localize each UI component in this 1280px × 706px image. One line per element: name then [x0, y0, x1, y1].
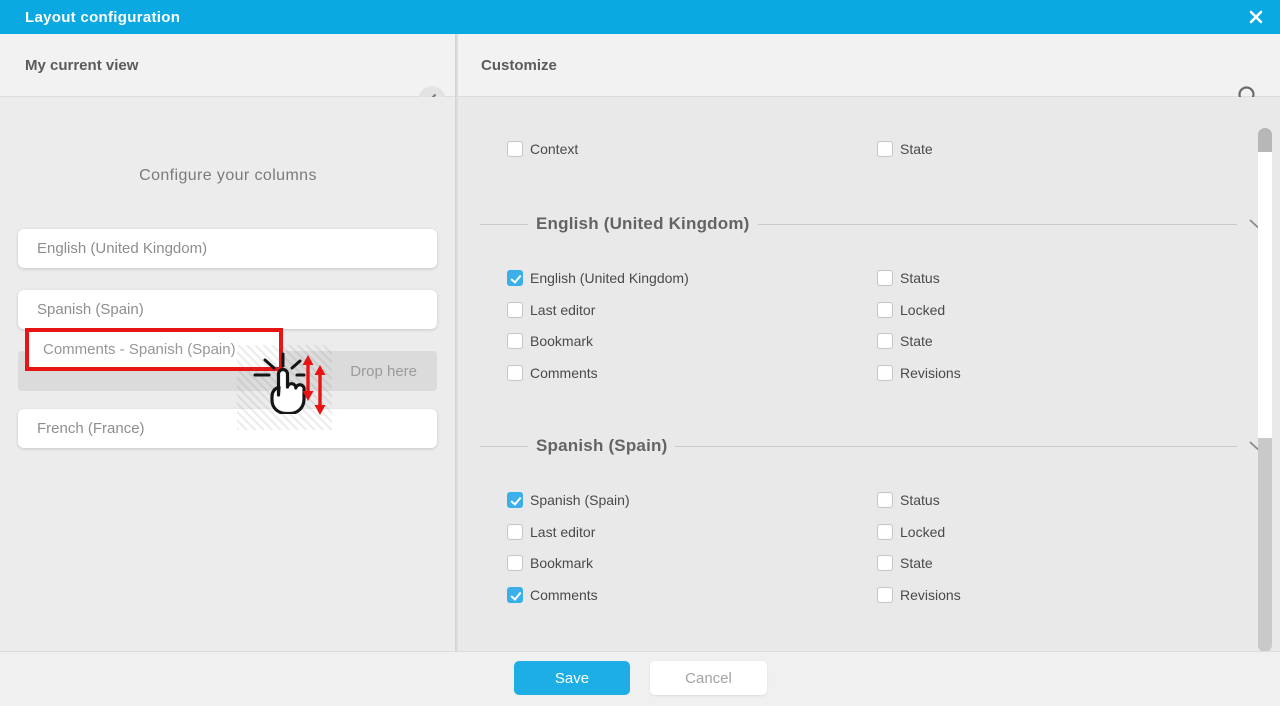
checkbox[interactable] — [877, 555, 893, 571]
checkbox-item-context[interactable]: Context — [507, 141, 578, 157]
checkbox[interactable] — [507, 333, 523, 349]
customize-panel: Context State English (United Kingdom) E… — [460, 97, 1280, 651]
dialog-titlebar: Layout configuration — [0, 0, 1280, 34]
checkbox-label: Bookmark — [530, 555, 593, 571]
checkbox-label: Locked — [900, 302, 945, 318]
checkbox-item-locked[interactable]: Locked — [877, 302, 945, 318]
divider-line — [675, 446, 1237, 447]
checkbox-label: Revisions — [900, 365, 961, 381]
checkbox-label: Spanish (Spain) — [530, 492, 630, 508]
column-card-label: English (United Kingdom) — [37, 240, 207, 257]
checkbox[interactable] — [507, 365, 523, 381]
checkbox-label: Bookmark — [530, 333, 593, 349]
checkbox-item-status[interactable]: Status — [877, 270, 940, 286]
checkbox-label: English (United Kingdom) — [530, 270, 689, 286]
checkbox-label: Comments — [530, 365, 598, 381]
checkbox-item-status[interactable]: Status — [877, 492, 940, 508]
checkbox[interactable] — [507, 524, 523, 540]
checkbox-item-english-uk[interactable]: English (United Kingdom) — [507, 270, 689, 286]
save-button[interactable]: Save — [514, 661, 630, 695]
section-header-spanish[interactable]: Spanish (Spain) — [460, 431, 1280, 461]
dialog-subheader: My current view Customize — [0, 34, 1280, 97]
checkbox[interactable] — [507, 555, 523, 571]
right-panel-title: Customize — [481, 34, 557, 97]
checkbox[interactable] — [507, 587, 523, 603]
column-card-label: French (France) — [37, 420, 145, 437]
section-title: English (United Kingdom) — [536, 214, 750, 234]
divider-line — [480, 224, 528, 225]
checkbox[interactable] — [877, 365, 893, 381]
checkbox-item-spanish[interactable]: Spanish (Spain) — [507, 492, 630, 508]
checkbox-label: Context — [530, 141, 578, 157]
divider-line — [480, 446, 528, 447]
checkbox-item-bookmark[interactable]: Bookmark — [507, 555, 593, 571]
checkbox[interactable] — [507, 270, 523, 286]
checkbox-item-comments[interactable]: Comments — [507, 587, 598, 603]
checkbox[interactable] — [877, 587, 893, 603]
checkbox-item-state[interactable]: State — [877, 333, 933, 349]
checkbox[interactable] — [877, 302, 893, 318]
checkbox[interactable] — [507, 492, 523, 508]
dialog-footer: Save Cancel — [0, 651, 1280, 706]
checkbox[interactable] — [877, 141, 893, 157]
checkbox-label: Last editor — [530, 524, 595, 540]
checkbox-item-last-editor[interactable]: Last editor — [507, 302, 595, 318]
layout-configuration-dialog: Layout configuration My current view Cus… — [0, 0, 1280, 706]
checkbox-item-revisions[interactable]: Revisions — [877, 365, 961, 381]
drop-zone-label: Drop here — [350, 363, 417, 380]
checkbox[interactable] — [877, 524, 893, 540]
checkbox-label: State — [900, 333, 933, 349]
panel-divider — [455, 34, 458, 651]
close-button[interactable] — [1246, 7, 1266, 27]
checkbox-item-last-editor[interactable]: Last editor — [507, 524, 595, 540]
checkbox-label: Comments — [530, 587, 598, 603]
scrollbar-track-cap — [1258, 128, 1272, 152]
current-view-panel: Configure your columns English (United K… — [0, 97, 456, 651]
column-card-label: Spanish (Spain) — [37, 301, 144, 318]
checkbox-label: Last editor — [530, 302, 595, 318]
checkbox[interactable] — [877, 492, 893, 508]
checkbox-label: Status — [900, 492, 940, 508]
vertical-drag-arrows-icon — [301, 354, 327, 423]
checkbox-item-state[interactable]: State — [877, 555, 933, 571]
checkbox[interactable] — [507, 141, 523, 157]
dragged-column-card-comments-spanish[interactable]: Comments - Spanish (Spain) — [25, 328, 283, 371]
dialog-title: Layout configuration — [0, 9, 180, 26]
checkbox-label: Locked — [900, 524, 945, 540]
divider-line — [758, 224, 1238, 225]
checkbox-label: State — [900, 141, 933, 157]
column-card-spanish[interactable]: Spanish (Spain) — [18, 290, 437, 329]
checkbox[interactable] — [877, 333, 893, 349]
checkbox[interactable] — [877, 270, 893, 286]
scrollbar-thumb[interactable] — [1258, 152, 1272, 438]
columns-heading: Configure your columns — [0, 167, 456, 185]
column-card-french[interactable]: French (France) — [18, 409, 437, 448]
checkbox[interactable] — [507, 302, 523, 318]
checkbox-item-locked[interactable]: Locked — [877, 524, 945, 540]
checkbox-label: Status — [900, 270, 940, 286]
left-panel-title: My current view — [25, 34, 138, 97]
dragged-column-label: Comments - Spanish (Spain) — [43, 341, 236, 358]
checkbox-item-bookmark[interactable]: Bookmark — [507, 333, 593, 349]
column-card-english-uk[interactable]: English (United Kingdom) — [18, 229, 437, 268]
scrollbar[interactable] — [1258, 128, 1272, 652]
section-header-english-uk[interactable]: English (United Kingdom) — [460, 209, 1280, 239]
cancel-button[interactable]: Cancel — [650, 661, 767, 695]
section-title: Spanish (Spain) — [536, 436, 667, 456]
tap-hand-icon — [250, 350, 308, 419]
checkbox-label: State — [900, 555, 933, 571]
close-icon — [1249, 10, 1263, 24]
checkbox-item-revisions[interactable]: Revisions — [877, 587, 961, 603]
checkbox-label: Revisions — [900, 587, 961, 603]
checkbox-item-state-top[interactable]: State — [877, 141, 933, 157]
checkbox-item-comments[interactable]: Comments — [507, 365, 598, 381]
